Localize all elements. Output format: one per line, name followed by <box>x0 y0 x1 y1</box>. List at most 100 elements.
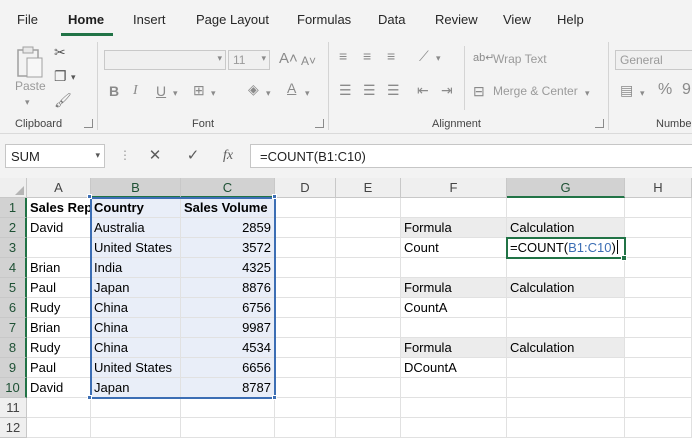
grid-cell[interactable] <box>625 278 692 298</box>
fill-handle[interactable] <box>621 255 627 261</box>
select-all-button[interactable] <box>0 178 27 198</box>
column-header-f[interactable]: F <box>401 178 507 198</box>
grid-cell[interactable] <box>507 418 625 438</box>
row-header-6[interactable]: 6 <box>0 298 27 318</box>
font-size-combo[interactable]: 11 ▾ <box>228 50 270 70</box>
cell-a3[interactable] <box>27 238 91 258</box>
paste-button[interactable]: Paste <box>15 79 46 93</box>
chevron-down-icon[interactable]: ▾ <box>95 150 100 161</box>
orientation-icon[interactable]: ⟋ <box>419 48 429 64</box>
number-format-combo[interactable]: General <box>615 50 692 70</box>
grid-cell[interactable] <box>625 318 692 338</box>
chevron-down-icon[interactable]: ▾ <box>211 85 216 101</box>
cell-b9[interactable]: United States <box>91 358 181 378</box>
dialog-launcher-icon[interactable] <box>315 119 324 128</box>
cell-b5[interactable]: Japan <box>91 278 181 298</box>
cell-b1[interactable]: Country <box>91 198 181 218</box>
cell-f3[interactable]: Count <box>401 238 507 258</box>
merge-center-button[interactable]: Merge & Center <box>493 84 578 98</box>
cell-g8[interactable]: Calculation <box>507 338 625 358</box>
paste-icon[interactable] <box>15 44 45 80</box>
grid-cell[interactable] <box>625 398 692 418</box>
cell-a5[interactable]: Paul <box>27 278 91 298</box>
bold-button[interactable]: B <box>109 83 119 99</box>
align-bottom-icon[interactable]: ≡ <box>387 48 395 64</box>
column-header-e[interactable]: E <box>336 178 401 198</box>
cell-b6[interactable]: China <box>91 298 181 318</box>
row-header-8[interactable]: 8 <box>0 338 27 358</box>
cell-c6[interactable]: 6756 <box>181 298 275 318</box>
grid-cell[interactable] <box>275 218 336 238</box>
cut-icon[interactable]: ✂ <box>54 44 66 60</box>
grid-cell[interactable] <box>27 398 91 418</box>
grid-cell[interactable] <box>181 398 275 418</box>
tab-formulas[interactable]: Formulas <box>297 12 351 27</box>
dialog-launcher-icon[interactable] <box>84 119 93 128</box>
grid-cell[interactable] <box>625 198 692 218</box>
cell-a9[interactable]: Paul <box>27 358 91 378</box>
cell-b2[interactable]: Australia <box>91 218 181 238</box>
grid-cell[interactable] <box>91 398 181 418</box>
row-header-3[interactable]: 3 <box>0 238 27 258</box>
align-center-icon[interactable]: ☰ <box>363 82 376 98</box>
column-header-g[interactable]: G <box>507 178 625 198</box>
cell-a2[interactable]: David <box>27 218 91 238</box>
grid-cell[interactable] <box>507 318 625 338</box>
row-header-4[interactable]: 4 <box>0 258 27 278</box>
more-options-icon[interactable]: ⋮ <box>119 148 131 162</box>
row-header-5[interactable]: 5 <box>0 278 27 298</box>
grid-cell[interactable] <box>275 238 336 258</box>
grid-cell[interactable] <box>336 238 401 258</box>
cell-c1[interactable]: Sales Volume <box>181 198 275 218</box>
range-handle[interactable] <box>87 194 92 199</box>
grid-cell[interactable] <box>507 378 625 398</box>
grid-cell[interactable] <box>181 418 275 438</box>
cell-c9[interactable]: 6656 <box>181 358 275 378</box>
wrap-text-icon[interactable]: ab↵ <box>473 50 494 66</box>
row-header-2[interactable]: 2 <box>0 218 27 238</box>
chevron-down-icon[interactable]: ▾ <box>266 85 271 101</box>
cell-g5[interactable]: Calculation <box>507 278 625 298</box>
grid-cell[interactable] <box>336 298 401 318</box>
grid-cell[interactable] <box>275 318 336 338</box>
grid-cell[interactable] <box>401 258 507 278</box>
tab-data[interactable]: Data <box>378 12 405 27</box>
cell-a1[interactable]: Sales Rep <box>27 198 92 218</box>
grid-cell[interactable] <box>625 238 692 258</box>
grid-cell[interactable] <box>507 398 625 418</box>
chevron-down-icon[interactable]: ▾ <box>173 85 178 101</box>
tab-insert[interactable]: Insert <box>133 12 166 27</box>
cell-f8[interactable]: Formula <box>401 338 507 358</box>
grid-cell[interactable] <box>275 378 336 398</box>
column-header-h[interactable]: H <box>625 178 692 198</box>
cell-a8[interactable]: Rudy <box>27 338 91 358</box>
grid-cell[interactable] <box>401 318 507 338</box>
increase-indent-icon[interactable]: ⇥ <box>441 82 453 98</box>
font-color-icon[interactable]: A <box>287 80 296 96</box>
grid-cell[interactable] <box>275 338 336 358</box>
worksheet-grid[interactable]: A B C D E F G H 1 2 3 4 5 6 7 8 9 10 11 … <box>0 178 692 439</box>
row-header-1[interactable]: 1 <box>0 198 27 218</box>
copy-icon[interactable]: ❐ <box>54 68 67 84</box>
name-box[interactable]: SUM ▾ <box>5 144 105 168</box>
grid-cell[interactable] <box>275 418 336 438</box>
font-name-combo[interactable]: ▾ <box>104 50 226 70</box>
cell-b10[interactable]: Japan <box>91 378 181 398</box>
grid-cell[interactable] <box>625 338 692 358</box>
grid-cell[interactable] <box>401 378 507 398</box>
grid-cell[interactable] <box>336 218 401 238</box>
underline-button[interactable]: U <box>156 83 166 99</box>
chevron-down-icon[interactable]: ▾ <box>71 69 76 85</box>
chevron-down-icon[interactable]: ▾ <box>217 53 222 64</box>
cell-g2[interactable]: Calculation <box>507 218 625 238</box>
accounting-format-icon[interactable]: ▤ <box>620 82 633 98</box>
grid-cell[interactable] <box>336 278 401 298</box>
grid-cell[interactable] <box>336 378 401 398</box>
tab-review[interactable]: Review <box>435 12 478 27</box>
grid-cell[interactable] <box>507 298 625 318</box>
grid-cell[interactable] <box>275 258 336 278</box>
cell-f6[interactable]: CountA <box>401 298 507 318</box>
row-header-12[interactable]: 12 <box>0 418 27 438</box>
align-middle-icon[interactable]: ≡ <box>363 48 371 64</box>
grid-cell[interactable] <box>336 338 401 358</box>
